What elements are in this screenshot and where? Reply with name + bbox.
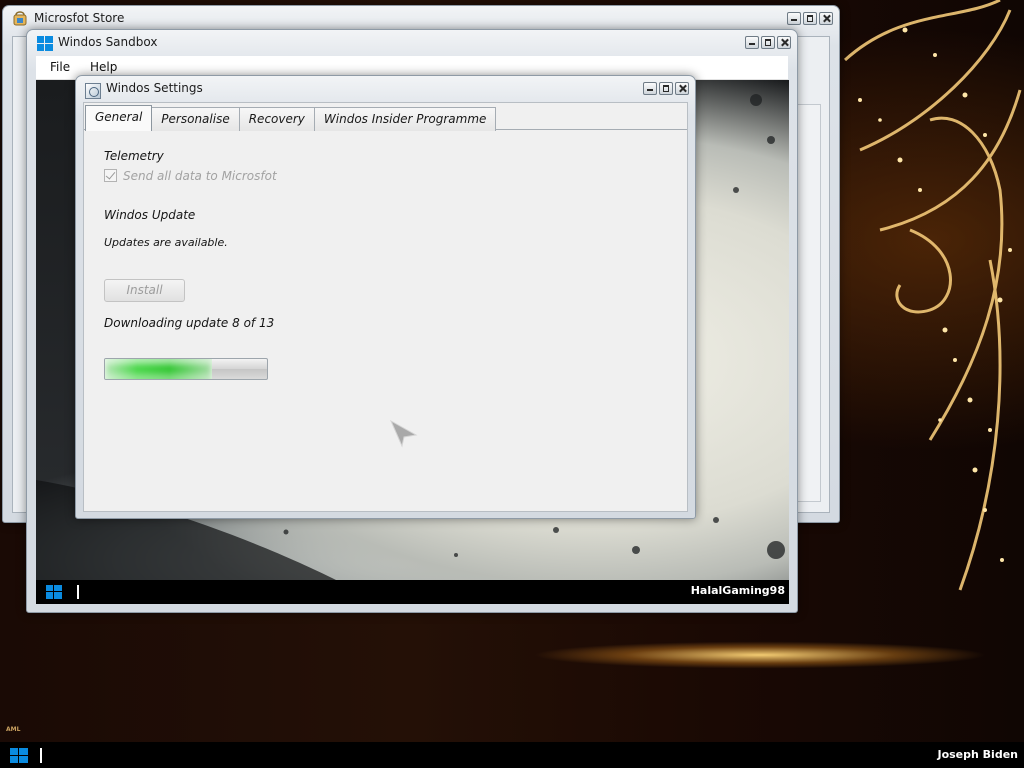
settings-app-icon xyxy=(85,83,101,99)
store-maximize-button[interactable] xyxy=(803,12,817,25)
vm-taskbar: HalalGaming98 xyxy=(36,580,789,604)
telemetry-heading: Telemetry xyxy=(104,149,164,163)
settings-maximize-button[interactable] xyxy=(659,82,673,95)
tab-insider-programme[interactable]: Windos Insider Programme xyxy=(313,107,497,131)
watermark-logo: AML xyxy=(6,726,21,733)
settings-window-controls xyxy=(643,82,689,95)
menu-file[interactable]: File xyxy=(46,60,74,74)
tab-personalise[interactable]: Personalise xyxy=(151,107,240,131)
download-progress-bar xyxy=(104,358,268,380)
sandbox-title: Windos Sandbox xyxy=(58,35,158,49)
sandbox-titlebar[interactable]: Windos Sandbox xyxy=(27,30,797,56)
general-tab-panel: Telemetry Send all data to Microsfot Win… xyxy=(85,130,686,510)
settings-titlebar[interactable]: Windos Settings xyxy=(76,76,695,102)
update-heading: Windos Update xyxy=(104,208,196,222)
store-side-panel xyxy=(797,104,821,502)
settings-minimize-button[interactable] xyxy=(643,82,657,95)
store-minimize-button[interactable] xyxy=(787,12,801,25)
telemetry-checkbox[interactable] xyxy=(104,169,117,182)
settings-close-button[interactable] xyxy=(675,82,689,95)
sandbox-close-button[interactable] xyxy=(777,36,791,49)
settings-window[interactable]: Windos Settings General Personalise Reco… xyxy=(75,75,696,519)
sandbox-maximize-button[interactable] xyxy=(761,36,775,49)
vm-start-button[interactable] xyxy=(46,585,62,599)
settings-title: Windos Settings xyxy=(106,81,203,95)
settings-tabs: General Personalise Recovery Windos Insi… xyxy=(85,105,497,131)
taskbar: Joseph Biden xyxy=(0,742,1024,768)
telemetry-checkbox-label: Send all data to Microsfot xyxy=(123,169,277,183)
download-progress-text: Downloading update 8 of 13 xyxy=(104,316,275,330)
download-progress-fill xyxy=(105,359,212,379)
vm-user-name: HalalGaming98 xyxy=(690,584,785,597)
sandbox-window-controls xyxy=(745,36,791,49)
store-title: Microsfot Store xyxy=(34,11,125,25)
taskbar-search-caret[interactable] xyxy=(40,748,42,763)
start-button[interactable] xyxy=(10,748,28,763)
store-window-controls xyxy=(787,12,833,25)
user-name: Joseph Biden xyxy=(937,748,1018,761)
mouse-pointer-icon xyxy=(390,420,418,448)
menu-help[interactable]: Help xyxy=(86,60,121,74)
sandbox-minimize-button[interactable] xyxy=(745,36,759,49)
tab-recovery[interactable]: Recovery xyxy=(238,107,315,131)
settings-client-area: General Personalise Recovery Windos Insi… xyxy=(83,102,688,512)
tab-general[interactable]: General xyxy=(85,105,153,131)
windows-logo-icon xyxy=(37,36,53,51)
install-button[interactable]: Install xyxy=(104,279,185,302)
update-status: Updates are available. xyxy=(104,236,228,249)
vm-search-caret[interactable] xyxy=(77,585,79,599)
store-icon xyxy=(13,11,27,26)
store-close-button[interactable] xyxy=(819,12,833,25)
